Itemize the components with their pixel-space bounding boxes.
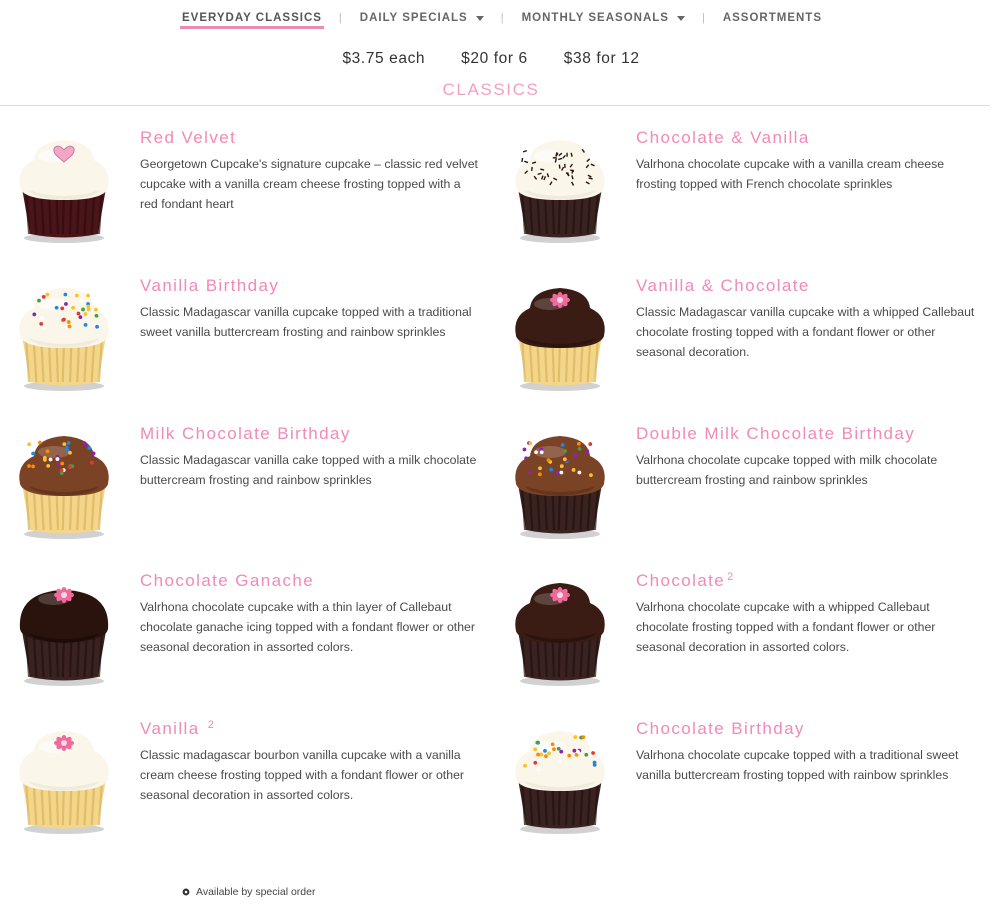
cupcake-item[interactable]: Vanilla & Chocolate Classic Madagascar v… — [510, 276, 980, 416]
nav-monthly-seasonals[interactable]: MONTHLY SEASONALS — [520, 0, 687, 36]
cupcake-description: Valrhona chocolate cupcake with a thin l… — [140, 600, 475, 654]
cupcake-name: Vanilla Birthday — [140, 276, 280, 295]
price-six: $20 for 6 — [461, 50, 528, 67]
nav-assortments[interactable]: ASSORTMENTS — [721, 0, 824, 36]
price-list: $3.75 each $20 for 6 $38 for 12 — [0, 50, 982, 68]
cupcake-item[interactable]: Chocolate Ganache Valrhona chocolate cup… — [14, 571, 484, 711]
nav-daily-specials[interactable]: DAILY SPECIALS — [358, 0, 486, 36]
cupcake-description: Classic Madagascar vanilla cake topped w… — [140, 453, 477, 487]
cupcake-name: Vanilla 2 — [140, 719, 216, 738]
cupcake-name: Chocolate Ganache — [140, 571, 315, 590]
cupcake-description: Valrhona chocolate cupcake topped with a… — [636, 748, 959, 782]
cupcake-image — [515, 140, 605, 243]
cupcake-name: Chocolate & Vanilla — [636, 128, 810, 147]
cupcake-image — [515, 731, 605, 834]
cupcake-image — [19, 288, 109, 391]
cupcake-image — [19, 731, 109, 834]
cupcake-description: Georgetown Cupcake's signature cupcake –… — [140, 157, 478, 211]
special-order-icon — [182, 888, 190, 896]
cupcake-item[interactable]: Vanilla Birthday Classic Madagascar vani… — [14, 276, 484, 416]
nav-monthly-seasonals-label: MONTHLY SEASONALS — [521, 12, 669, 24]
cupcake-image — [19, 587, 109, 686]
cupcake-name: Chocolate 2 — [636, 571, 735, 590]
cupcake-description: Valrhona chocolate cupcake with a whippe… — [636, 600, 936, 654]
chevron-down-icon — [475, 15, 484, 21]
cupcake-item[interactable]: Milk Chocolate Birthday Classic Madagasc… — [14, 424, 484, 564]
cupcake-name: Chocolate Birthday — [636, 719, 805, 738]
cupcake-name: Vanilla & Chocolate — [636, 276, 810, 295]
cupcake-name: Red Velvet — [140, 128, 237, 147]
footnote-text: Available by special order — [196, 886, 316, 898]
cupcake-description: Valrhona chocolate cupcake topped with m… — [636, 453, 938, 487]
footnote: Available by special order — [182, 886, 315, 898]
price-single: $3.75 each — [342, 50, 426, 67]
cupcake-image — [515, 583, 605, 686]
cupcake-image — [19, 140, 109, 243]
cupcake-description: Classic Madagascar vanilla cupcake with … — [636, 305, 975, 359]
nav-daily-specials-label: DAILY SPECIALS — [359, 12, 468, 24]
nav-everyday-classics-label: EVERYDAY CLASSICS — [182, 12, 322, 24]
nav-assortments-label: ASSORTMENTS — [722, 12, 822, 24]
nav-everyday-classics[interactable]: EVERYDAY CLASSICS — [180, 0, 324, 36]
cupcake-item[interactable]: Chocolate 2 Valrhona chocolate cupcake wi… — [510, 571, 980, 711]
nav-separator: | — [338, 12, 343, 24]
price-twelve: $38 for 12 — [563, 50, 640, 67]
cupcake-description: Valrhona chocolate cupcake with a vanill… — [636, 157, 945, 191]
category-nav: EVERYDAY CLASSICS | DAILY SPECIALS | MON… — [0, 0, 1004, 36]
cupcake-item[interactable]: Double Milk Chocolate Birthday Valrhona … — [510, 424, 980, 564]
cupcake-item[interactable]: Vanilla 2 Classic madagascar bourbon van… — [14, 719, 484, 859]
cupcake-description: Classic madagascar bourbon vanilla cupca… — [140, 748, 465, 802]
cupcake-image — [515, 288, 605, 391]
cupcake-name: Milk Chocolate Birthday — [140, 424, 351, 443]
cupcake-image — [515, 436, 605, 539]
nav-separator: | — [500, 12, 505, 24]
cupcake-image — [19, 436, 109, 539]
cupcake-item[interactable]: Chocolate & Vanilla Valrhona chocolate c… — [510, 128, 980, 268]
cupcake-name: Double Milk Chocolate Birthday — [636, 424, 916, 443]
cupcake-description: Classic Madagascar vanilla cupcake toppe… — [140, 305, 472, 339]
section-title: CLASSICS — [442, 80, 540, 99]
cupcake-item[interactable]: Red Velvet Georgetown Cupcake's signatur… — [14, 128, 484, 268]
nav-separator: | — [701, 12, 706, 24]
divider — [0, 105, 990, 106]
cupcake-item[interactable]: Chocolate Birthday Valrhona chocolate cu… — [510, 719, 980, 859]
chevron-down-icon — [676, 15, 685, 21]
